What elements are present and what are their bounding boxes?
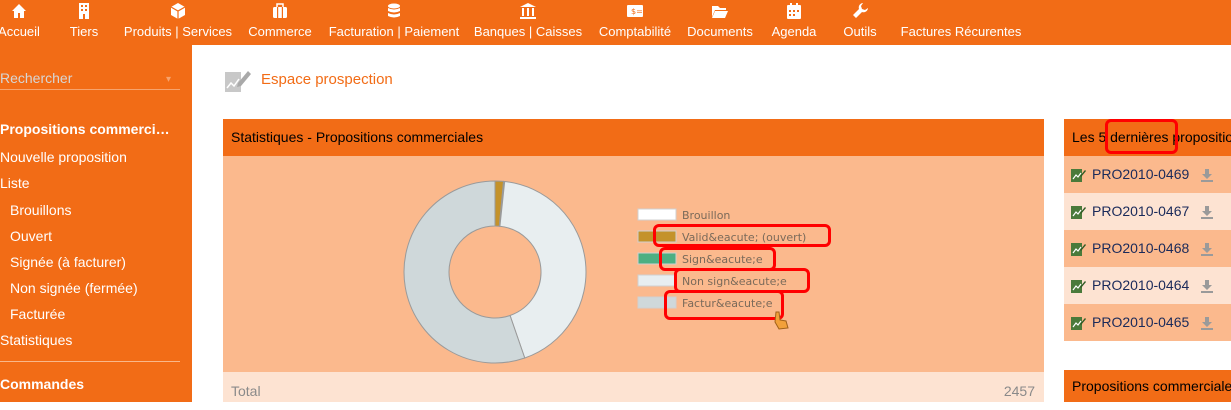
menu-produits-label: Produits | Services <box>123 24 233 39</box>
total-row: Total 2457 <box>223 372 1044 402</box>
statistics-panel: Statistiques - Propositions commerciales… <box>223 119 1044 402</box>
download-icon[interactable] <box>1200 168 1214 182</box>
proposal-ref-link[interactable]: PRO2010-0467 <box>1092 203 1189 219</box>
proposal-doc-icon <box>1071 169 1086 182</box>
legend-label: Valid&eacute; (ouvert) <box>682 231 806 244</box>
proposal-doc-icon <box>1071 243 1086 256</box>
proposal-row[interactable]: PRO2010-0465 <box>1064 304 1231 341</box>
legend-swatch <box>637 296 677 309</box>
legend-swatch <box>637 230 677 243</box>
legend-swatch <box>637 252 677 265</box>
top-menu-bar: Accueil Tiers Produits | Services Commer… <box>0 0 1231 45</box>
donut-chart: Brouillon Valid&eacute; (ouvert) Sign&eacu… <box>403 180 806 364</box>
calendar-icon <box>787 3 801 19</box>
menu-tiers-label: Tiers <box>69 24 99 39</box>
proposal-ref-link[interactable]: PRO2010-0465 <box>1092 314 1189 330</box>
sidebar-item-facturee[interactable]: Facturée <box>10 306 65 322</box>
menu-agenda[interactable]: Agenda <box>768 0 820 45</box>
sidebar-item-signee[interactable]: Signée (à facturer) <box>10 254 126 270</box>
coins-icon <box>388 3 400 18</box>
svg-text:$=: $= <box>631 7 643 16</box>
menu-factures-recurentes-label: Factures Récurentes <box>900 24 1022 39</box>
sidebar-section-commandes[interactable]: Commandes <box>0 376 84 392</box>
download-icon[interactable] <box>1200 279 1214 293</box>
sidebar-item-non-signee[interactable]: Non signée (fermée) <box>10 280 138 296</box>
proposal-edit-icon <box>225 71 251 92</box>
proposal-ref-link[interactable]: PRO2010-0469 <box>1092 166 1189 182</box>
proposal-row[interactable]: PRO2010-0468 <box>1064 230 1231 267</box>
download-icon[interactable] <box>1200 242 1214 256</box>
cube-icon <box>170 3 186 19</box>
total-value: 2457 <box>1003 383 1035 399</box>
menu-banques[interactable]: Banques | Caisses <box>470 0 586 45</box>
proposal-doc-icon <box>1071 206 1086 219</box>
home-icon <box>12 4 26 18</box>
legend-swatch <box>637 208 677 221</box>
latest-proposals-title: Les 5 dernières propositions <box>1064 119 1231 156</box>
proposal-row[interactable]: PRO2010-0464 <box>1064 267 1231 304</box>
briefcase-icon <box>273 3 287 18</box>
money-bill-icon: $= <box>627 5 643 17</box>
download-icon[interactable] <box>1200 316 1214 330</box>
legend-swatch <box>637 274 677 287</box>
menu-accueil-label: Accueil <box>0 24 40 39</box>
search-input[interactable]: Rechercher ▾ <box>0 70 180 90</box>
download-icon[interactable] <box>1200 205 1214 219</box>
proposal-ref-link[interactable]: PRO2010-0468 <box>1092 240 1189 256</box>
menu-comptabilite-label: Comptabilité <box>598 24 672 39</box>
menu-documents-label: Documents <box>687 24 753 39</box>
sidebar-divider <box>0 361 180 362</box>
latest-proposals-panel: Les 5 dernières propositions PRO2010-046… <box>1064 119 1231 402</box>
menu-factures-recurentes[interactable]: Factures Récurentes <box>898 0 1024 45</box>
menu-comptabilite[interactable]: $= Comptabilité <box>595 0 675 45</box>
proposal-doc-icon <box>1071 280 1086 293</box>
legend-label: Brouillon <box>682 209 730 222</box>
cursor-hand-icon <box>774 311 789 330</box>
proposal-row[interactable]: PRO2010-0467 <box>1064 193 1231 230</box>
chevron-down-icon[interactable]: ▾ <box>166 74 174 85</box>
menu-accueil[interactable]: Accueil <box>0 0 42 45</box>
menu-tiers[interactable]: Tiers <box>66 0 102 45</box>
menu-commerce[interactable]: Commerce <box>245 0 315 45</box>
legend-label: Factur&eacute;e <box>682 297 773 310</box>
menu-facturation-label: Facturation | Paiement <box>328 24 460 39</box>
proposal-doc-icon <box>1071 317 1086 330</box>
propositions-panel-title: Propositions commerciales <box>1064 370 1231 402</box>
building-icon <box>79 3 89 19</box>
sidebar-item-liste[interactable]: Liste <box>0 175 30 191</box>
menu-agenda-label: Agenda <box>771 24 817 39</box>
search-placeholder: Rechercher <box>0 70 73 86</box>
left-sidebar: Rechercher ▾ Propositions commerci… Nouv… <box>0 45 192 402</box>
legend-label: Sign&eacute;e <box>682 253 763 266</box>
sidebar-item-nouvelle-proposition[interactable]: Nouvelle proposition <box>0 149 127 165</box>
sidebar-item-brouillons[interactable]: Brouillons <box>10 202 71 218</box>
menu-outils[interactable]: Outils <box>838 0 882 45</box>
menu-documents[interactable]: Documents <box>684 0 756 45</box>
wrench-icon <box>853 3 868 18</box>
menu-produits[interactable]: Produits | Services <box>120 0 236 45</box>
sidebar-item-ouvert[interactable]: Ouvert <box>10 228 52 244</box>
menu-outils-label: Outils <box>843 24 877 39</box>
sidebar-section-propositions[interactable]: Propositions commerci… <box>0 121 170 137</box>
menu-commerce-label: Commerce <box>248 24 312 39</box>
proposal-row[interactable]: PRO2010-0469 <box>1064 156 1231 193</box>
bank-icon <box>520 3 536 19</box>
page-title: Espace prospection <box>261 71 393 88</box>
statistics-panel-title: Statistiques - Propositions commerciales <box>223 119 1044 156</box>
menu-facturation[interactable]: Facturation | Paiement <box>326 0 462 45</box>
menu-banques-label: Banques | Caisses <box>473 24 583 39</box>
folder-open-icon <box>712 6 728 18</box>
total-label: Total <box>231 383 261 399</box>
sidebar-item-statistiques[interactable]: Statistiques <box>0 332 72 348</box>
legend-label: Non sign&eacute;e <box>682 275 787 288</box>
proposal-ref-link[interactable]: PRO2010-0464 <box>1092 277 1189 293</box>
